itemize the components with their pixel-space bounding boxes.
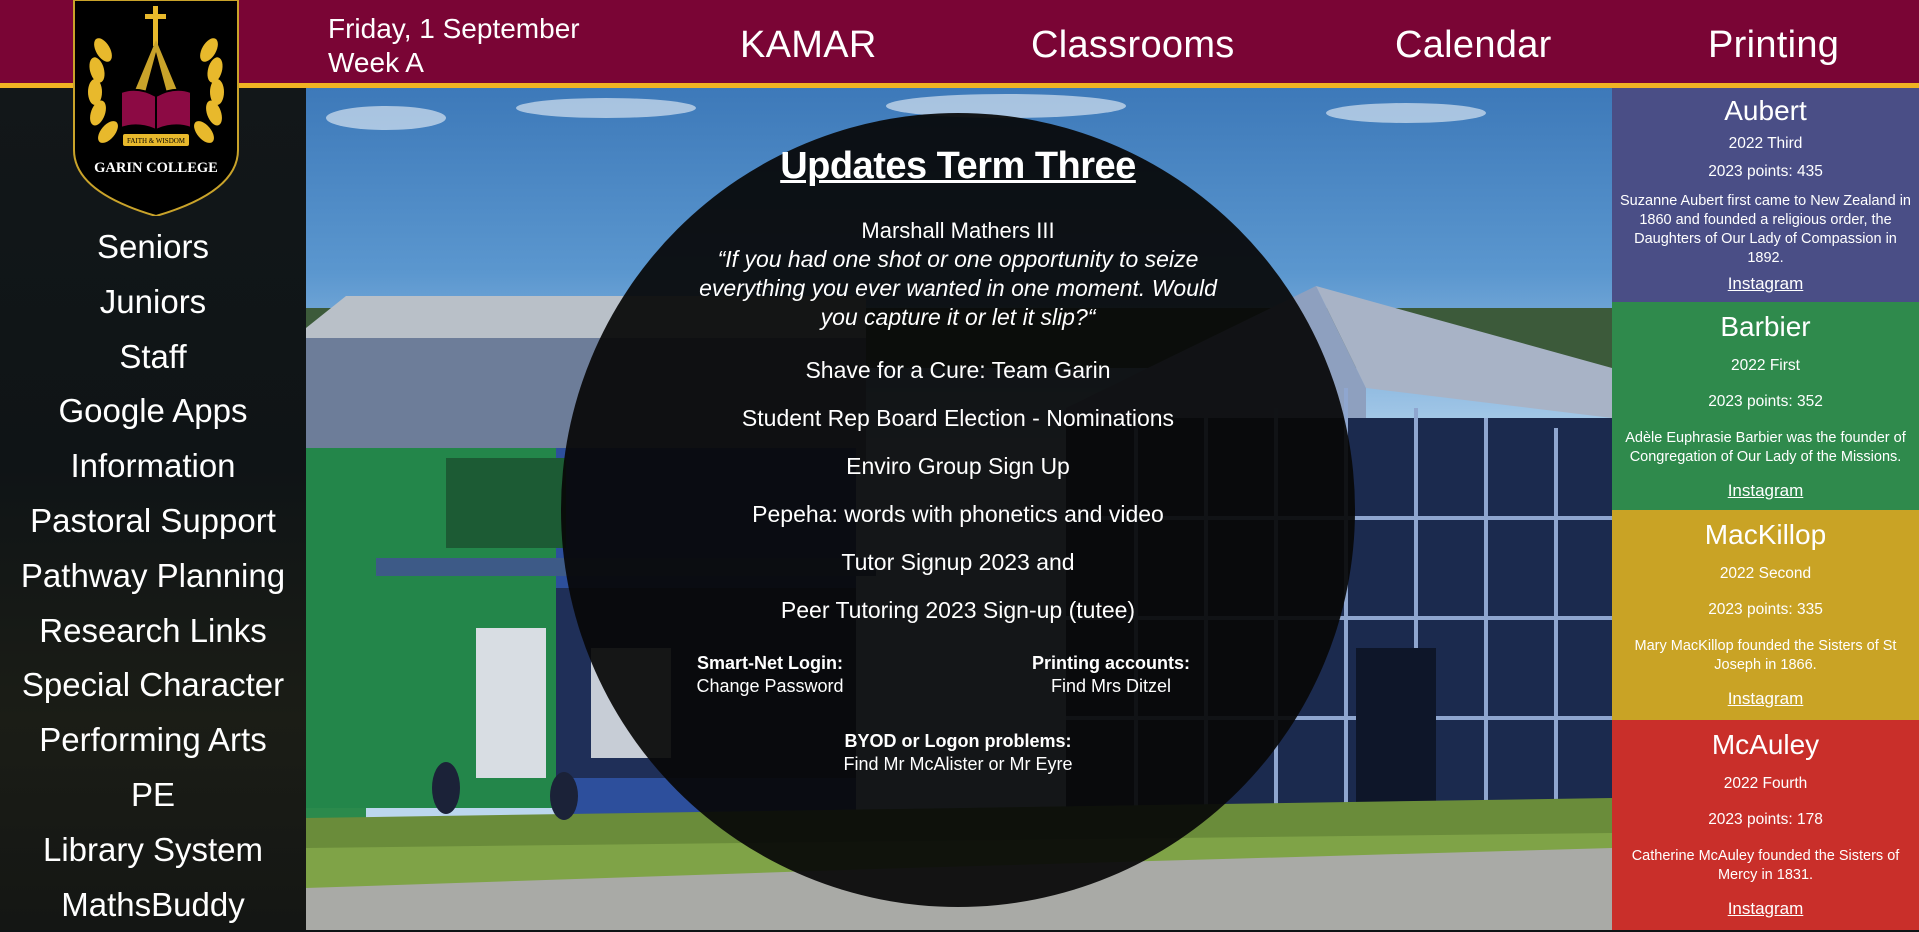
house-rank: 2022 Second: [1719, 565, 1812, 582]
nav-kamar[interactable]: KAMAR: [740, 22, 877, 68]
update-link-pepeha[interactable]: Pepeha: words with phonetics and video: [561, 490, 1355, 538]
house-description: Suzanne Aubert first came to New Zealand…: [1620, 193, 1911, 266]
update-link-shave[interactable]: Shave for a Cure: Team Garin: [561, 346, 1355, 394]
sidebar-item-pe[interactable]: PE: [131, 776, 175, 813]
school-logo[interactable]: FAITH & WISDOM GARIN COLLEGE: [73, 0, 239, 218]
byod-value: Find Mr McAlister or Mr Eyre: [843, 754, 1073, 774]
sidebar-item-google-apps[interactable]: Google Apps: [59, 392, 248, 429]
updates-panel: Updates Term Three Marshall Mathers III …: [561, 113, 1355, 907]
house-instagram-link[interactable]: Instagram: [1728, 899, 1804, 919]
quote-author: Marshall Mathers III: [861, 218, 1055, 243]
house-card-mcauley: McAuley 2022 Fourth 2023 points: 178 Cat…: [1612, 720, 1919, 930]
top-header-bar: Friday, 1 September Week A KAMAR Classro…: [0, 0, 1919, 88]
house-name: Barbier: [1720, 311, 1811, 342]
update-link-enviro[interactable]: Enviro Group Sign Up: [561, 442, 1355, 490]
house-rank: 2022 Third: [1728, 135, 1803, 152]
house-instagram-link[interactable]: Instagram: [1728, 481, 1804, 501]
smartnet-value[interactable]: Change Password: [696, 676, 843, 696]
house-description: Mary MacKillop founded the Sisters of St…: [1634, 638, 1897, 673]
sidebar-item-research-links[interactable]: Research Links: [39, 612, 266, 649]
current-week: Week A: [328, 47, 424, 78]
sidebar-item-staff[interactable]: Staff: [119, 338, 186, 375]
house-rank: 2022 First: [1731, 357, 1800, 374]
logo-motto: FAITH & WISDOM: [127, 137, 186, 145]
logo-name: GARIN COLLEGE: [94, 160, 218, 176]
sidebar-item-mathsbuddy[interactable]: MathsBuddy: [61, 886, 244, 923]
house-points: 2023 points: 352: [1708, 393, 1823, 410]
info-row: Smart-Net Login: Change Password Printin…: [561, 652, 1355, 712]
printing-value: Find Mrs Ditzel: [1050, 676, 1171, 696]
sidebar-item-seniors[interactable]: Seniors: [97, 228, 209, 265]
printing-info[interactable]: Printing accounts: Find Mrs Ditzel: [1011, 652, 1211, 698]
printing-label: Printing accounts:: [1031, 653, 1190, 673]
sidebar-item-information[interactable]: Information: [70, 447, 235, 484]
house-description: Catherine McAuley founded the Sisters of…: [1631, 848, 1900, 883]
house-points: 2023 points: 178: [1708, 811, 1823, 828]
smartnet-info[interactable]: Smart-Net Login: Change Password: [685, 652, 855, 698]
house-name: MacKillop: [1704, 519, 1827, 550]
update-link-rep-board[interactable]: Student Rep Board Election - Nominations: [561, 394, 1355, 442]
current-date: Friday, 1 September: [328, 13, 580, 44]
house-instagram-link[interactable]: Instagram: [1728, 689, 1804, 709]
updates-title[interactable]: Updates Term Three: [561, 145, 1355, 188]
house-rank: 2022 Fourth: [1723, 775, 1808, 792]
byod-label: BYOD or Logon problems:: [844, 731, 1072, 751]
byod-info: BYOD or Logon problems: Find Mr McAliste…: [561, 730, 1355, 776]
smartnet-label: Smart-Net Login:: [697, 653, 843, 673]
house-name: Aubert: [1724, 95, 1807, 126]
house-card-mackillop: MacKillop 2022 Second 2023 points: 335 M…: [1612, 510, 1919, 720]
nav-calendar[interactable]: Calendar: [1395, 22, 1552, 68]
sidebar-item-pastoral-support[interactable]: Pastoral Support: [30, 502, 276, 539]
house-card-barbier: Barbier 2022 First 2023 points: 352 Adèl…: [1612, 302, 1919, 510]
nav-classrooms[interactable]: Classrooms: [1031, 22, 1235, 68]
nav-printing[interactable]: Printing: [1708, 22, 1839, 68]
date-block: Friday, 1 September Week A: [328, 12, 580, 80]
house-description: Adèle Euphrasie Barbier was the founder …: [1625, 430, 1906, 465]
sidebar-item-library-system[interactable]: Library System: [43, 831, 263, 868]
quote-text: “If you had one shot or one opportunity …: [699, 246, 1217, 330]
update-link-tutor-signup[interactable]: Tutor Signup 2023 and: [561, 538, 1355, 586]
sidebar-item-special-character[interactable]: Special Character: [22, 666, 284, 703]
house-card-aubert: Aubert 2022 Third 2023 points: 435 Suzan…: [1612, 88, 1919, 302]
house-points: 2023 points: 435: [1708, 163, 1823, 180]
house-points: 2023 points: 335: [1708, 601, 1823, 618]
update-link-peer-tutoring[interactable]: Peer Tutoring 2023 Sign-up (tutee): [561, 586, 1355, 634]
sidebar-item-juniors[interactable]: Juniors: [100, 283, 206, 320]
house-name: McAuley: [1711, 729, 1820, 760]
sidebar-item-performing-arts[interactable]: Performing Arts: [39, 721, 266, 758]
school-crest-icon: FAITH & WISDOM GARIN COLLEGE: [73, 0, 239, 218]
sidebar-item-pathway-planning[interactable]: Pathway Planning: [21, 557, 285, 594]
house-instagram-link[interactable]: Instagram: [1728, 274, 1804, 294]
